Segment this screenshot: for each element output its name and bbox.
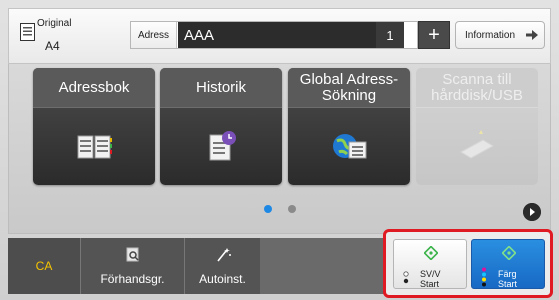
address-label: Adress xyxy=(131,22,177,48)
address-book-icon xyxy=(77,135,112,159)
global-address-search-icon xyxy=(333,134,367,159)
color-start-button[interactable]: Färg Start xyxy=(471,239,545,289)
information-label: Information xyxy=(465,29,516,41)
start-buttons-frame: SV/V Start Färg Start xyxy=(383,229,553,298)
address-field[interactable]: Adress AAA 1 xyxy=(130,21,418,49)
add-address-button[interactable]: + xyxy=(418,21,450,49)
clear-all-button[interactable]: CA xyxy=(8,238,80,294)
history-icon xyxy=(209,131,236,161)
bw-dots-icon xyxy=(403,271,409,284)
information-button[interactable]: Information xyxy=(455,21,545,49)
scan-screen: Original A4 Adress AAA 1 + Information A… xyxy=(0,0,559,300)
original-size[interactable]: A4 xyxy=(45,39,60,53)
original-document-icon xyxy=(20,23,35,41)
bw-start-line2: Start xyxy=(420,279,440,289)
start-diamond-icon xyxy=(502,246,516,260)
tile-scan-to-drive: Scanna till hårddisk/USB xyxy=(416,68,538,185)
quick-access-panel: Adressbok Historik Global Adress-Sökning… xyxy=(8,64,551,234)
auto-settings-label: Autoinst. xyxy=(199,272,246,286)
magic-wand-icon xyxy=(216,248,231,262)
tile-label: Adressbok xyxy=(33,68,155,108)
color-start-line1: Färg xyxy=(498,269,517,279)
color-start-line2: Start xyxy=(498,279,518,289)
bw-start-button[interactable]: SV/V Start xyxy=(393,239,467,289)
address-value[interactable]: AAA xyxy=(178,22,376,48)
tile-global-address-search[interactable]: Global Adress-Sökning xyxy=(288,68,410,185)
auto-settings-button[interactable]: Autoinst. xyxy=(184,238,260,294)
preview-label: Förhandsgr. xyxy=(100,272,165,286)
address-count: 1 xyxy=(376,22,404,48)
bw-start-label: SV/V Start xyxy=(420,269,441,289)
top-bar: Original A4 Adress AAA 1 + Information xyxy=(8,8,551,64)
preview-button[interactable]: Förhandsgr. xyxy=(80,238,184,294)
preview-icon xyxy=(126,247,139,262)
next-page-icon[interactable] xyxy=(523,203,541,221)
color-dots-icon xyxy=(482,267,486,287)
tile-label: Scanna till hårddisk/USB xyxy=(416,68,538,108)
bw-start-line1: SV/V xyxy=(420,269,441,279)
tile-history[interactable]: Historik xyxy=(160,68,282,185)
start-diamond-icon xyxy=(424,246,438,260)
original-label: Original xyxy=(37,18,72,29)
scan-to-drive-icon xyxy=(459,130,495,159)
tile-address-book[interactable]: Adressbok xyxy=(33,68,155,185)
pager-dot[interactable] xyxy=(288,205,296,213)
arrow-right-icon xyxy=(526,30,538,40)
tile-label: Historik xyxy=(160,68,282,108)
pager-dot-active[interactable] xyxy=(264,205,272,213)
tile-label: Global Adress-Sökning xyxy=(288,68,410,108)
color-start-label: Färg Start xyxy=(498,269,517,289)
